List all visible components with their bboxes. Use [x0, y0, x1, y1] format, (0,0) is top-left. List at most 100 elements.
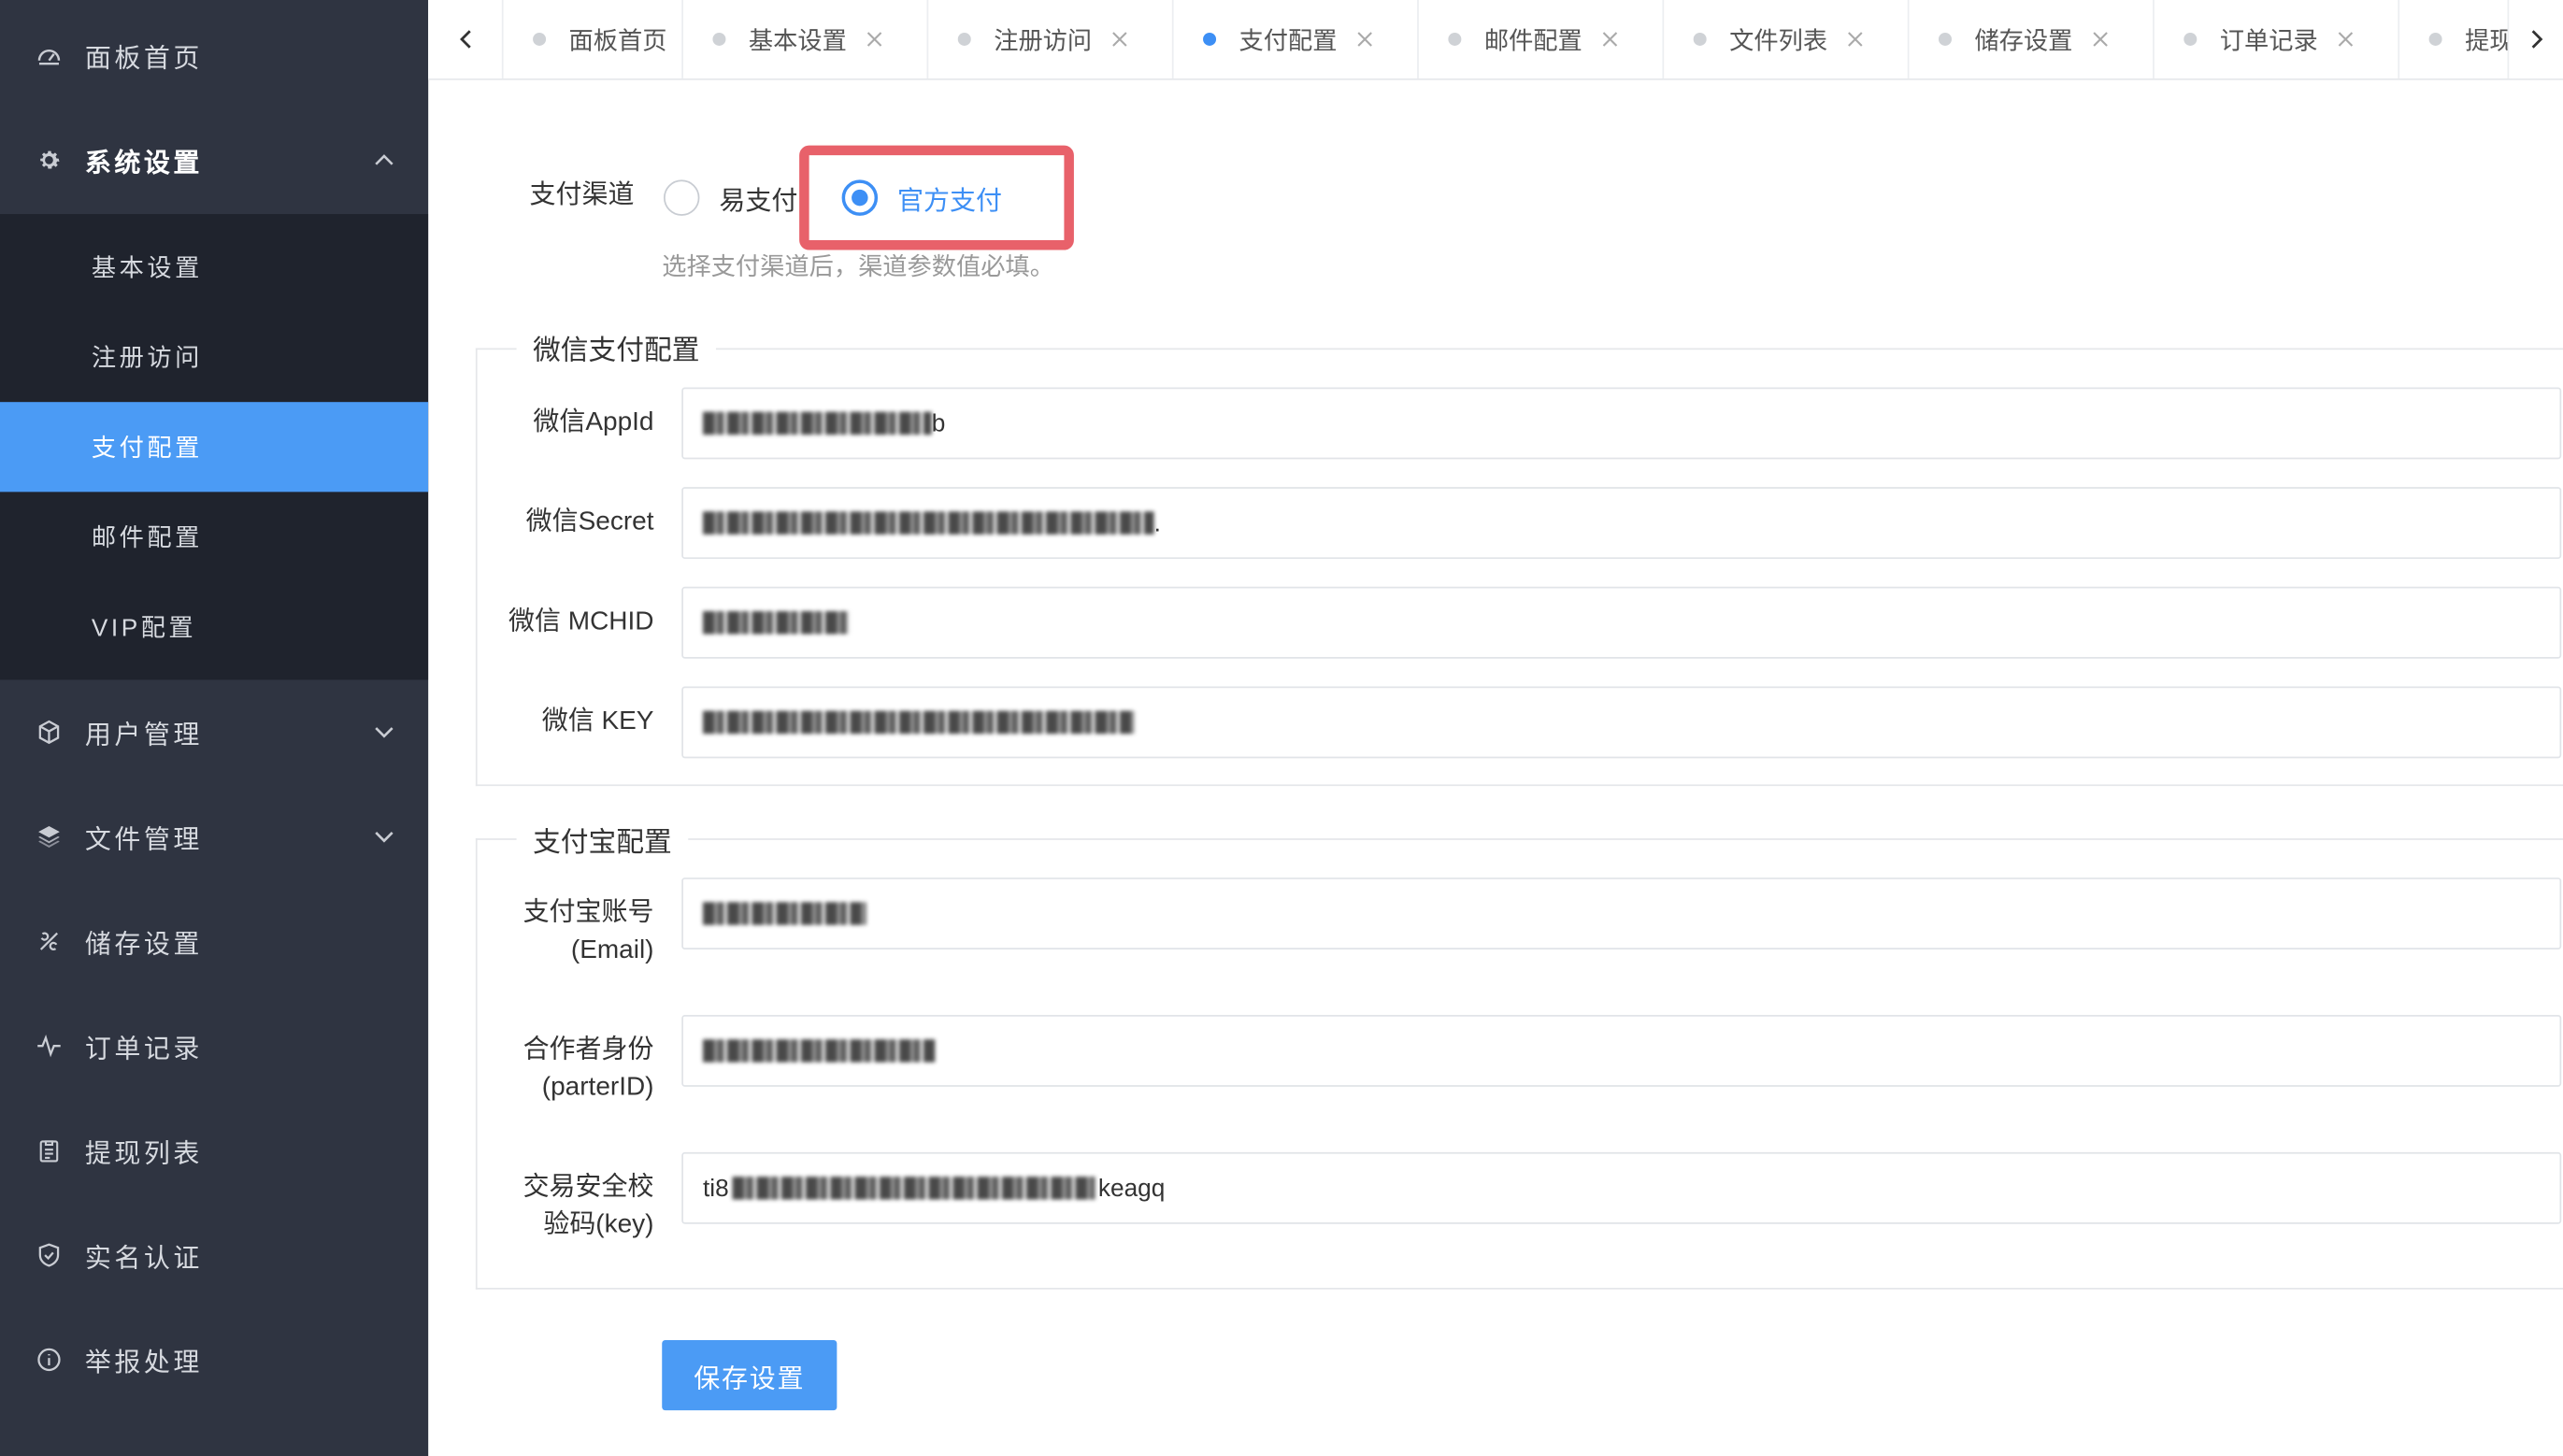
- wechat-appid-input[interactable]: b: [681, 387, 2562, 460]
- tab-status-dot: [712, 32, 726, 46]
- tab-scroll-right-button[interactable]: [2507, 0, 2563, 79]
- nav-item-storage-settings[interactable]: 储存设置: [0, 889, 428, 993]
- submenu-item-vip-config[interactable]: VIP配置: [0, 582, 428, 672]
- nav-item-user-management[interactable]: 用户管理: [0, 679, 428, 784]
- nav-label: 订单记录: [84, 1035, 203, 1064]
- label-line: 支付宝账号: [523, 898, 654, 927]
- payment-config-form: 支付渠道 易支付 官方支付 选择支付渠道后，渠道参数值必填。 微信支付配置 微信…: [428, 80, 2563, 1456]
- save-settings-button[interactable]: 保存设置: [662, 1339, 838, 1411]
- wechat-secret-label: 微信Secret: [525, 507, 654, 536]
- nav-item-dashboard[interactable]: 面板首页: [0, 3, 428, 107]
- tab-label: 面板首页: [568, 26, 667, 55]
- nav-label: 面板首页: [84, 45, 203, 74]
- chevron-left-icon: [453, 28, 476, 50]
- radio-easy-pay[interactable]: 易支付: [663, 178, 798, 218]
- alipay-key-label: 交易安全校 验码(key): [494, 1168, 654, 1243]
- radio-official-pay[interactable]: 官方支付: [841, 178, 1002, 218]
- tab-label: 邮件配置: [1483, 26, 1582, 55]
- chevron-down-icon: [373, 721, 395, 743]
- chevron-down-icon: [373, 825, 395, 848]
- masked-value: [702, 1039, 936, 1063]
- label-line: (parterID): [541, 1073, 654, 1102]
- tab-basic-settings[interactable]: 基本设置: [683, 0, 929, 79]
- submenu-item-register-access[interactable]: 注册访问: [0, 312, 428, 402]
- nav-label: 文件管理: [84, 826, 203, 855]
- nav-item-real-name-auth[interactable]: 实名认证: [0, 1203, 428, 1307]
- nav-item-file-management[interactable]: 文件管理: [0, 784, 428, 889]
- tab-label: 支付配置: [1239, 26, 1338, 55]
- close-icon[interactable]: [1602, 31, 1618, 47]
- alipay-partner-id-input[interactable]: [681, 1014, 2562, 1087]
- close-icon[interactable]: [2092, 31, 2108, 47]
- layers-icon: [36, 823, 62, 849]
- label-line: 交易安全校: [523, 1173, 654, 1202]
- close-icon[interactable]: [866, 31, 882, 47]
- tab-label: 基本设置: [748, 26, 847, 55]
- wechat-mchid-label: 微信 MCHID: [508, 607, 654, 636]
- tab-label: 文件列表: [1729, 26, 1828, 55]
- wechat-mchid-input[interactable]: [681, 586, 2562, 659]
- channel-label: 支付渠道: [529, 181, 635, 209]
- nav-label: 系统设置: [84, 150, 203, 178]
- wechat-legend: 微信支付配置: [516, 326, 716, 368]
- nav-label: 实名认证: [84, 1245, 203, 1274]
- alipay-account-input[interactable]: [681, 878, 2562, 950]
- close-icon[interactable]: [1356, 31, 1372, 47]
- alipay-key-input[interactable]: ti8 keagq: [681, 1151, 2562, 1224]
- tab-status-dot: [1693, 32, 1707, 46]
- masked-value: [702, 611, 851, 635]
- cube-icon: [36, 719, 62, 745]
- tab-label: 储存设置: [1974, 26, 2073, 55]
- nav-item-withdraw-list[interactable]: 提现列表: [0, 1098, 428, 1203]
- sidebar: 面板首页 系统设置 基本设置 注册访问 支付配置 邮件配置 VIP配置 用户管理: [0, 0, 429, 1456]
- system-settings-submenu: 基本设置 注册访问 支付配置 邮件配置 VIP配置: [0, 214, 429, 680]
- clipboard-icon: [36, 1137, 62, 1163]
- tab-label: 订单记录: [2219, 26, 2318, 55]
- wechat-key-input[interactable]: [681, 686, 2562, 759]
- tab-status-dot: [1938, 32, 1952, 46]
- masked-value: [702, 411, 932, 435]
- alipay-partner-id-label: 合作者身份 (parterID): [494, 1031, 654, 1106]
- radio-label: 易支付: [719, 188, 798, 216]
- submenu-item-email-config[interactable]: 邮件配置: [0, 492, 428, 581]
- tab-storage-settings[interactable]: 储存设置: [1910, 0, 2155, 79]
- tools-icon: [36, 928, 62, 954]
- dashboard-icon: [36, 42, 62, 68]
- input-value-head: ti8: [702, 1174, 729, 1203]
- label-line: (Email): [570, 936, 654, 964]
- nav-item-system-settings[interactable]: 系统设置: [0, 107, 428, 212]
- masked-value: [702, 902, 866, 925]
- close-icon[interactable]: [2338, 31, 2354, 47]
- submenu-item-basic-settings[interactable]: 基本设置: [0, 222, 428, 312]
- chevron-up-icon: [373, 149, 395, 171]
- tab-payment-config[interactable]: 支付配置: [1174, 0, 1419, 79]
- tab-register-access[interactable]: 注册访问: [928, 0, 1174, 79]
- label-line: 合作者身份: [523, 1035, 654, 1064]
- pulse-icon: [36, 1033, 62, 1059]
- radio-label: 官方支付: [897, 188, 1002, 216]
- close-icon[interactable]: [1111, 31, 1127, 47]
- alipay-account-label: 支付宝账号 (Email): [494, 894, 654, 969]
- tab-dashboard[interactable]: 面板首页: [504, 0, 683, 79]
- tab-status-dot: [1448, 32, 1462, 46]
- label-line: 验码(key): [543, 1210, 654, 1239]
- tab-file-list[interactable]: 文件列表: [1664, 0, 1910, 79]
- tab-email-config[interactable]: 邮件配置: [1419, 0, 1665, 79]
- shield-check-icon: [36, 1242, 62, 1268]
- radio-circle: [663, 179, 700, 216]
- nav-label: 用户管理: [84, 721, 203, 750]
- tab-status-dot: [1203, 32, 1217, 46]
- nav-item-report-handling[interactable]: 举报处理: [0, 1307, 428, 1412]
- tab-status-dot: [533, 32, 547, 46]
- nav-item-order-records[interactable]: 订单记录: [0, 993, 428, 1098]
- tab-order-records[interactable]: 订单记录: [2155, 0, 2400, 79]
- tab-scroll-left-button[interactable]: [428, 0, 504, 79]
- masked-value: [732, 1177, 1095, 1200]
- wechat-secret-input[interactable]: .: [681, 487, 2562, 560]
- nav-label: 举报处理: [84, 1349, 203, 1378]
- gear-icon: [36, 147, 62, 173]
- tab-bar: 面板首页 基本设置 注册访问 支付配置 邮件配置 文件列表 储存设置 订单记录 …: [428, 0, 2563, 80]
- close-icon[interactable]: [1847, 31, 1863, 47]
- submenu-item-payment-config[interactable]: 支付配置: [0, 402, 429, 492]
- info-circle-icon: [36, 1347, 62, 1373]
